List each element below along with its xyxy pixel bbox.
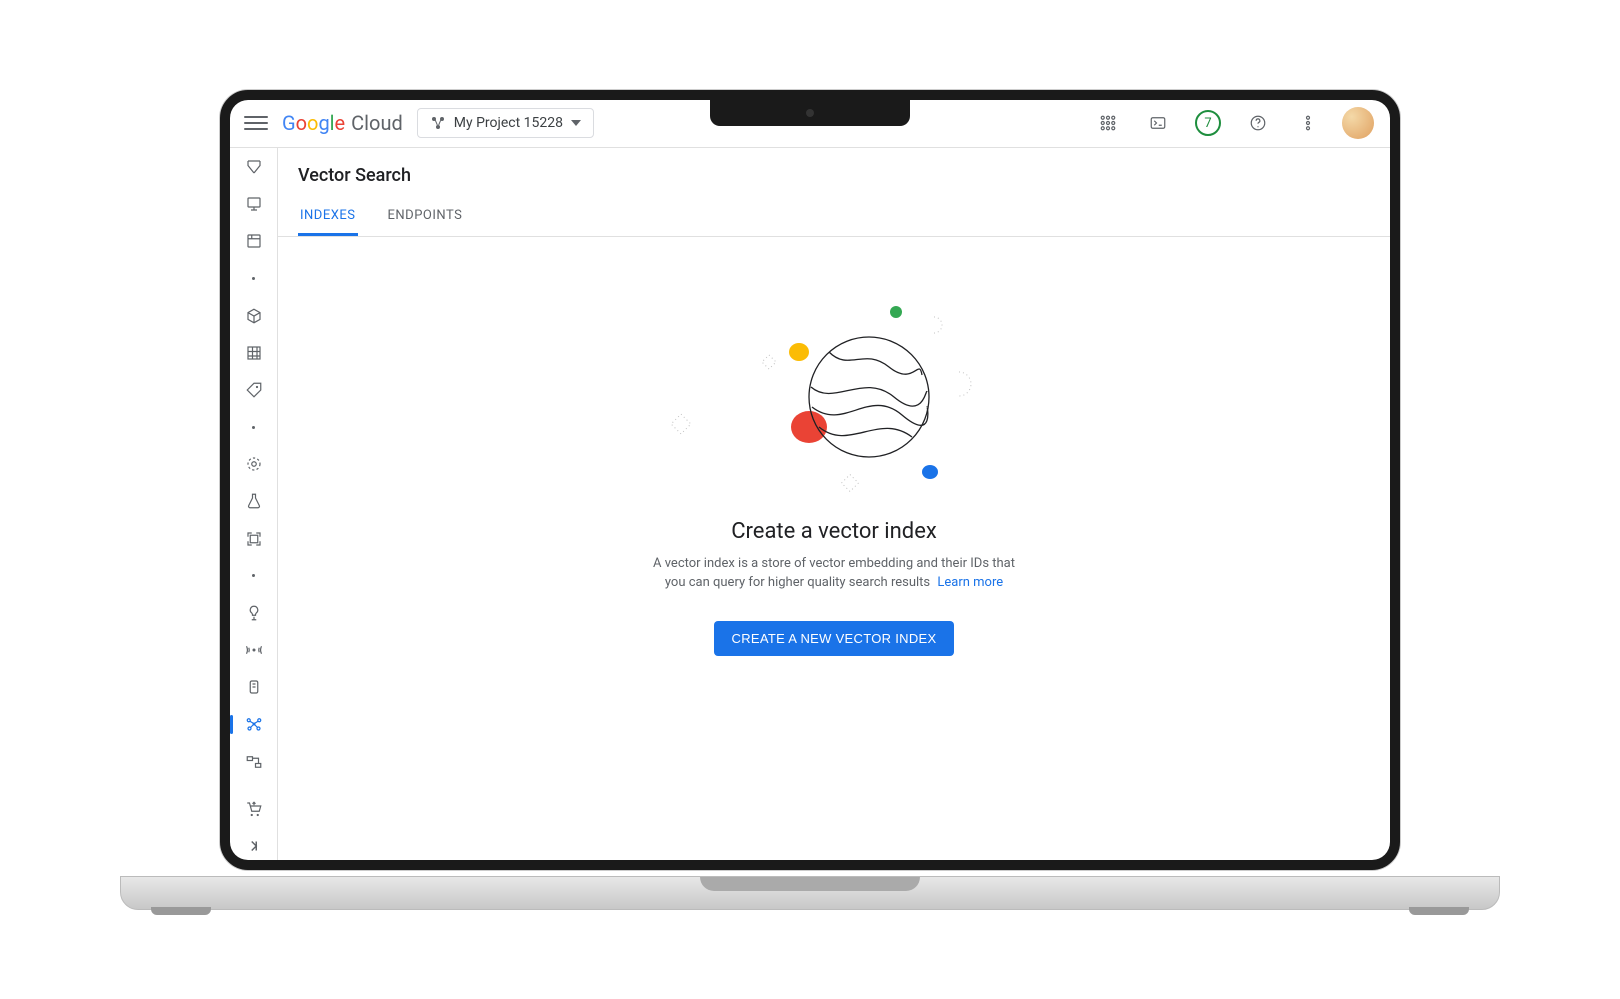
- sidebar-separator: [236, 414, 272, 441]
- laptop-mock: Google Cloud My Project 15228: [120, 90, 1500, 910]
- empty-state-title: Create a vector index: [731, 519, 937, 544]
- sidebar-item-batch-prediction-icon[interactable]: [236, 674, 272, 701]
- create-vector-index-button[interactable]: CREATE A NEW VECTOR INDEX: [714, 621, 955, 656]
- sidebar-item-model-garden-icon[interactable]: [236, 228, 272, 255]
- empty-state-description: A vector index is a store of vector embe…: [644, 554, 1024, 593]
- laptop-foot-right: [1409, 907, 1469, 915]
- laptop-camera: [806, 109, 814, 117]
- sidebar-item-model-registry-icon[interactable]: [236, 599, 272, 626]
- sidebar-item-online-prediction-icon[interactable]: [236, 637, 272, 664]
- project-picker[interactable]: My Project 15228: [417, 108, 594, 138]
- more-vert-icon[interactable]: [1290, 105, 1326, 141]
- empty-state: Create a vector index A vector index is …: [278, 237, 1390, 860]
- app-body: Vector Search INDEXES ENDPOINTS: [230, 148, 1390, 860]
- google-cloud-logo[interactable]: Google Cloud: [282, 111, 403, 135]
- sidebar-item-metadata-icon[interactable]: [236, 525, 272, 552]
- learn-more-link[interactable]: Learn more: [937, 575, 1003, 590]
- trial-count: 7: [1204, 116, 1211, 131]
- page-header: Vector Search: [278, 148, 1390, 194]
- sidebar-separator: [236, 265, 272, 292]
- laptop-foot-left: [151, 907, 211, 915]
- apps-grid-icon[interactable]: [1090, 105, 1126, 141]
- sidebar-item-marketplace-icon[interactable]: [236, 795, 272, 822]
- laptop-base-notch: [700, 877, 920, 891]
- hamburger-menu-button[interactable]: [244, 111, 268, 135]
- sidebar-item-dashboard-icon[interactable]: [236, 191, 272, 218]
- project-icon: [430, 115, 446, 131]
- sidebar-item-datasets-icon[interactable]: [236, 302, 272, 329]
- logo-brand: Google: [282, 111, 345, 135]
- avatar: [1342, 107, 1374, 139]
- sidebar-item-vertex-ai-icon[interactable]: [236, 154, 272, 181]
- sidebar-collapse-icon[interactable]: [236, 832, 272, 859]
- empty-state-illustration: [634, 277, 1034, 507]
- tab-bar: INDEXES ENDPOINTS: [278, 198, 1390, 237]
- laptop-base: [120, 876, 1500, 910]
- screen-bezel: Google Cloud My Project 15228: [220, 90, 1400, 870]
- sidebar-item-experiments-icon[interactable]: [236, 488, 272, 515]
- sidebar-item-training-icon[interactable]: [236, 451, 272, 478]
- tab-endpoints[interactable]: ENDPOINTS: [386, 198, 465, 236]
- app-screen: Google Cloud My Project 15228: [230, 100, 1390, 860]
- product-sidebar: [230, 148, 278, 860]
- free-trial-badge[interactable]: 7: [1190, 105, 1226, 141]
- sidebar-item-labeling-icon[interactable]: [236, 376, 272, 403]
- chevron-down-icon: [571, 120, 581, 126]
- sidebar-item-feature-store-icon[interactable]: [236, 339, 272, 366]
- sidebar-separator: [236, 562, 272, 589]
- cloud-shell-icon[interactable]: [1140, 105, 1176, 141]
- logo-suffix: Cloud: [351, 111, 403, 135]
- project-name: My Project 15228: [454, 115, 563, 131]
- account-avatar[interactable]: [1340, 105, 1376, 141]
- help-icon[interactable]: [1240, 105, 1276, 141]
- sidebar-item-vector-search-icon[interactable]: [236, 711, 272, 738]
- page-title: Vector Search: [298, 158, 1370, 194]
- tab-indexes[interactable]: INDEXES: [298, 198, 358, 236]
- main-panel: Vector Search INDEXES ENDPOINTS: [278, 148, 1390, 860]
- sidebar-item-pipelines-icon[interactable]: [236, 748, 272, 775]
